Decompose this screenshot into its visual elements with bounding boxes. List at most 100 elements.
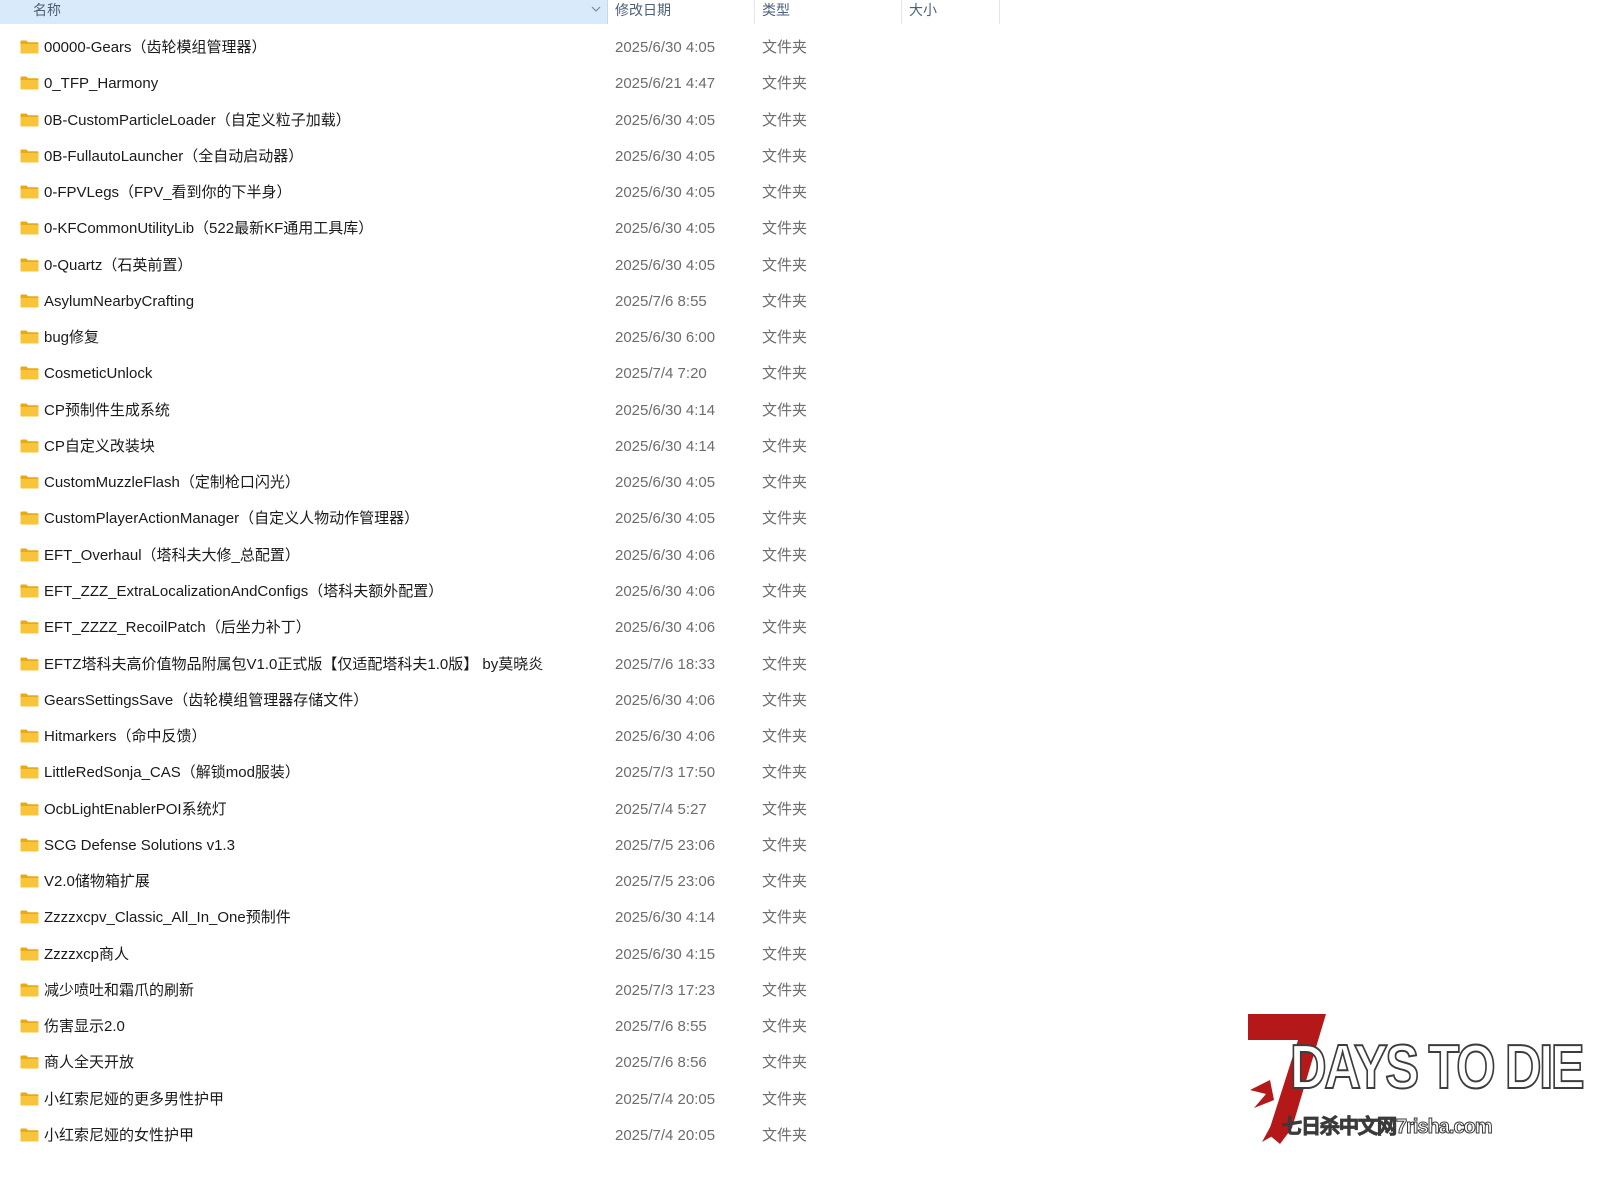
table-row[interactable]: CP自定义改装块 2025/6/30 4:14 文件夹 xyxy=(0,429,1000,465)
file-name: 小红索尼娅的更多男性护甲 xyxy=(44,1090,225,1108)
folder-icon xyxy=(20,403,39,417)
table-row[interactable]: EFT_ZZZ_ExtraLocalizationAndConfigs（塔科夫额… xyxy=(0,574,1000,610)
modified-date: 2025/6/30 4:06 xyxy=(615,619,716,637)
table-row[interactable]: 商人全天开放 2025/7/6 8:56 文件夹 xyxy=(0,1045,1000,1081)
column-header-name[interactable]: 名称 xyxy=(0,0,608,24)
file-type: 文件夹 xyxy=(762,619,808,637)
table-row[interactable]: 00000-Gears（齿轮模组管理器） 2025/6/30 4:05 文件夹 xyxy=(0,30,1000,66)
table-row[interactable]: EFTZ塔科夫高价值物品附属包V1.0正式版【仅适配塔科夫1.0版】 by莫晓炎… xyxy=(0,647,1000,683)
modified-date: 2025/7/3 17:50 xyxy=(615,764,716,782)
file-name: 0-FPVLegs（FPV_看到你的下半身） xyxy=(44,184,292,202)
modified-date: 2025/7/5 23:06 xyxy=(615,836,716,854)
column-header-type[interactable]: 类型 xyxy=(755,0,902,24)
table-row[interactable]: 小红索尼娅的更多男性护甲 2025/7/4 20:05 文件夹 xyxy=(0,1082,1000,1118)
watermark-wordmark: DAYS TO DIE xyxy=(1289,1032,1585,1103)
folder-icon xyxy=(20,40,39,54)
file-type: 文件夹 xyxy=(762,256,808,274)
table-row[interactable]: 0_TFP_Harmony 2025/6/21 4:47 文件夹 xyxy=(0,66,1000,102)
file-type: 文件夹 xyxy=(762,1090,808,1108)
file-name: CustomPlayerActionManager（自定义人物动作管理器） xyxy=(44,510,420,528)
column-header-size[interactable]: 大小 xyxy=(902,0,1000,24)
column-header-type-label: 类型 xyxy=(762,2,790,18)
modified-date: 2025/6/30 4:15 xyxy=(615,945,716,963)
file-type: 文件夹 xyxy=(762,1054,808,1072)
file-type: 文件夹 xyxy=(762,836,808,854)
file-name: Zzzzxcp商人 xyxy=(44,945,130,963)
modified-date: 2025/6/30 4:05 xyxy=(615,220,716,238)
file-type: 文件夹 xyxy=(762,329,808,347)
file-name: 00000-Gears（齿轮模组管理器） xyxy=(44,39,267,56)
table-row[interactable]: 0B-FullautoLauncher（全自动启动器） 2025/6/30 4:0… xyxy=(0,139,1000,175)
chevron-down-icon[interactable] xyxy=(591,4,601,14)
file-type: 文件夹 xyxy=(762,75,808,93)
modified-date: 2025/7/6 18:33 xyxy=(615,655,716,673)
table-row[interactable]: CP预制件生成系统 2025/6/30 4:14 文件夹 xyxy=(0,393,1000,429)
folder-icon xyxy=(20,693,39,707)
table-row[interactable]: OcbLightEnablerPOI系统灯 2025/7/4 5:27 文件夹 xyxy=(0,792,1000,828)
folder-icon xyxy=(20,113,39,127)
file-type: 文件夹 xyxy=(762,909,808,927)
table-row[interactable]: 小红索尼娅的女性护甲 2025/7/4 20:05 文件夹 xyxy=(0,1118,1000,1154)
file-type: 文件夹 xyxy=(762,945,808,963)
table-row[interactable]: CustomMuzzleFlash（定制枪口闪光） 2025/6/30 4:05 文… xyxy=(0,465,1000,501)
modified-date: 2025/7/4 7:20 xyxy=(615,365,707,383)
folder-icon xyxy=(20,729,39,743)
modified-date: 2025/6/30 4:06 xyxy=(615,582,716,600)
column-header-size-label: 大小 xyxy=(909,2,937,18)
modified-date: 2025/6/30 4:14 xyxy=(615,909,716,927)
table-row[interactable]: Zzzzxcpv_Classic_All_In_One预制件 2025/6/30 … xyxy=(0,900,1000,936)
modified-date: 2025/6/30 4:05 xyxy=(615,111,716,129)
table-row[interactable]: SCG Defense Solutions v1.3 2025/7/5 23:06… xyxy=(0,828,1000,864)
column-header-date[interactable]: 修改日期 xyxy=(608,0,755,24)
file-type: 文件夹 xyxy=(762,184,808,202)
modified-date: 2025/6/30 4:14 xyxy=(615,401,716,419)
folder-icon xyxy=(20,838,39,852)
table-row[interactable]: bug修复 2025/6/30 6:00 文件夹 xyxy=(0,320,1000,356)
folder-icon xyxy=(20,1128,39,1142)
file-name: 商人全天开放 xyxy=(44,1054,135,1072)
file-name: SCG Defense Solutions v1.3 xyxy=(44,836,235,854)
table-row[interactable]: 0-FPVLegs（FPV_看到你的下半身） 2025/6/30 4:05 文件夹 xyxy=(0,175,1000,211)
table-row[interactable]: Hitmarkers（命中反馈） 2025/6/30 4:06 文件夹 xyxy=(0,719,1000,755)
file-type: 文件夹 xyxy=(762,1018,808,1036)
modified-date: 2025/7/4 5:27 xyxy=(615,800,707,818)
table-row[interactable]: Zzzzxcp商人 2025/6/30 4:15 文件夹 xyxy=(0,937,1000,973)
table-row[interactable]: 0B-CustomParticleLoader（自定义粒子加载） 2025/6/3… xyxy=(0,103,1000,139)
folder-icon xyxy=(20,584,39,598)
column-header-name-label: 名称 xyxy=(33,2,61,18)
folder-icon xyxy=(20,765,39,779)
table-row[interactable]: CustomPlayerActionManager（自定义人物动作管理器） 202… xyxy=(0,501,1000,537)
file-name: V2.0储物箱扩展 xyxy=(44,873,150,891)
modified-date: 2025/6/30 4:06 xyxy=(615,691,716,709)
table-row[interactable]: EFT_Overhaul（塔科夫大修_总配置） 2025/6/30 4:06 文件夹 xyxy=(0,538,1000,574)
table-row[interactable]: CosmeticUnlock 2025/7/4 7:20 文件夹 xyxy=(0,356,1000,392)
table-row[interactable]: AsylumNearbyCrafting 2025/7/6 8:55 文件夹 xyxy=(0,284,1000,320)
modified-date: 2025/6/30 4:14 xyxy=(615,437,716,455)
file-name: AsylumNearbyCrafting xyxy=(44,292,195,310)
folder-icon xyxy=(20,874,39,888)
file-name: 小红索尼娅的女性护甲 xyxy=(44,1126,195,1144)
table-row[interactable]: 减少喷吐和霜爪的刷新 2025/7/3 17:23 文件夹 xyxy=(0,973,1000,1009)
table-row[interactable]: 伤害显示2.0 2025/7/6 8:55 文件夹 xyxy=(0,1009,1000,1045)
folder-icon xyxy=(20,149,39,163)
folder-icon xyxy=(20,983,39,997)
folder-icon xyxy=(20,947,39,961)
table-row[interactable]: 0-Quartz（石英前置） 2025/6/30 4:05 文件夹 xyxy=(0,248,1000,284)
table-row[interactable]: V2.0储物箱扩展 2025/7/5 23:06 文件夹 xyxy=(0,864,1000,900)
table-row[interactable]: LittleRedSonja_CAS（解锁mod服装） 2025/7/3 17:5… xyxy=(0,755,1000,791)
folder-icon xyxy=(20,1019,39,1033)
file-name: 0-KFCommonUtilityLib（522最新KF通用工具库） xyxy=(44,220,374,238)
watermark-tagline: 七日杀中文网7risha.com xyxy=(1282,1116,1494,1139)
watermark-logo: DAYS TO DIE 七日杀中文网7risha.com xyxy=(1240,1010,1585,1160)
file-name: OcbLightEnablerPOI系统灯 xyxy=(44,800,227,818)
file-type: 文件夹 xyxy=(762,39,808,56)
table-row[interactable]: EFT_ZZZZ_RecoilPatch（后坐力补丁） 2025/6/30 4:0… xyxy=(0,610,1000,646)
file-type: 文件夹 xyxy=(762,437,808,455)
file-name: EFT_ZZZZ_RecoilPatch（后坐力补丁） xyxy=(44,619,311,637)
column-header-date-label: 修改日期 xyxy=(615,2,671,18)
folder-icon xyxy=(20,1055,39,1069)
table-row[interactable]: 0-KFCommonUtilityLib（522最新KF通用工具库） 2025/6… xyxy=(0,211,1000,247)
table-row[interactable]: GearsSettingsSave（齿轮模组管理器存储文件） 2025/6/30 … xyxy=(0,683,1000,719)
folder-icon xyxy=(20,910,39,924)
file-name: 0-Quartz（石英前置） xyxy=(44,256,193,274)
